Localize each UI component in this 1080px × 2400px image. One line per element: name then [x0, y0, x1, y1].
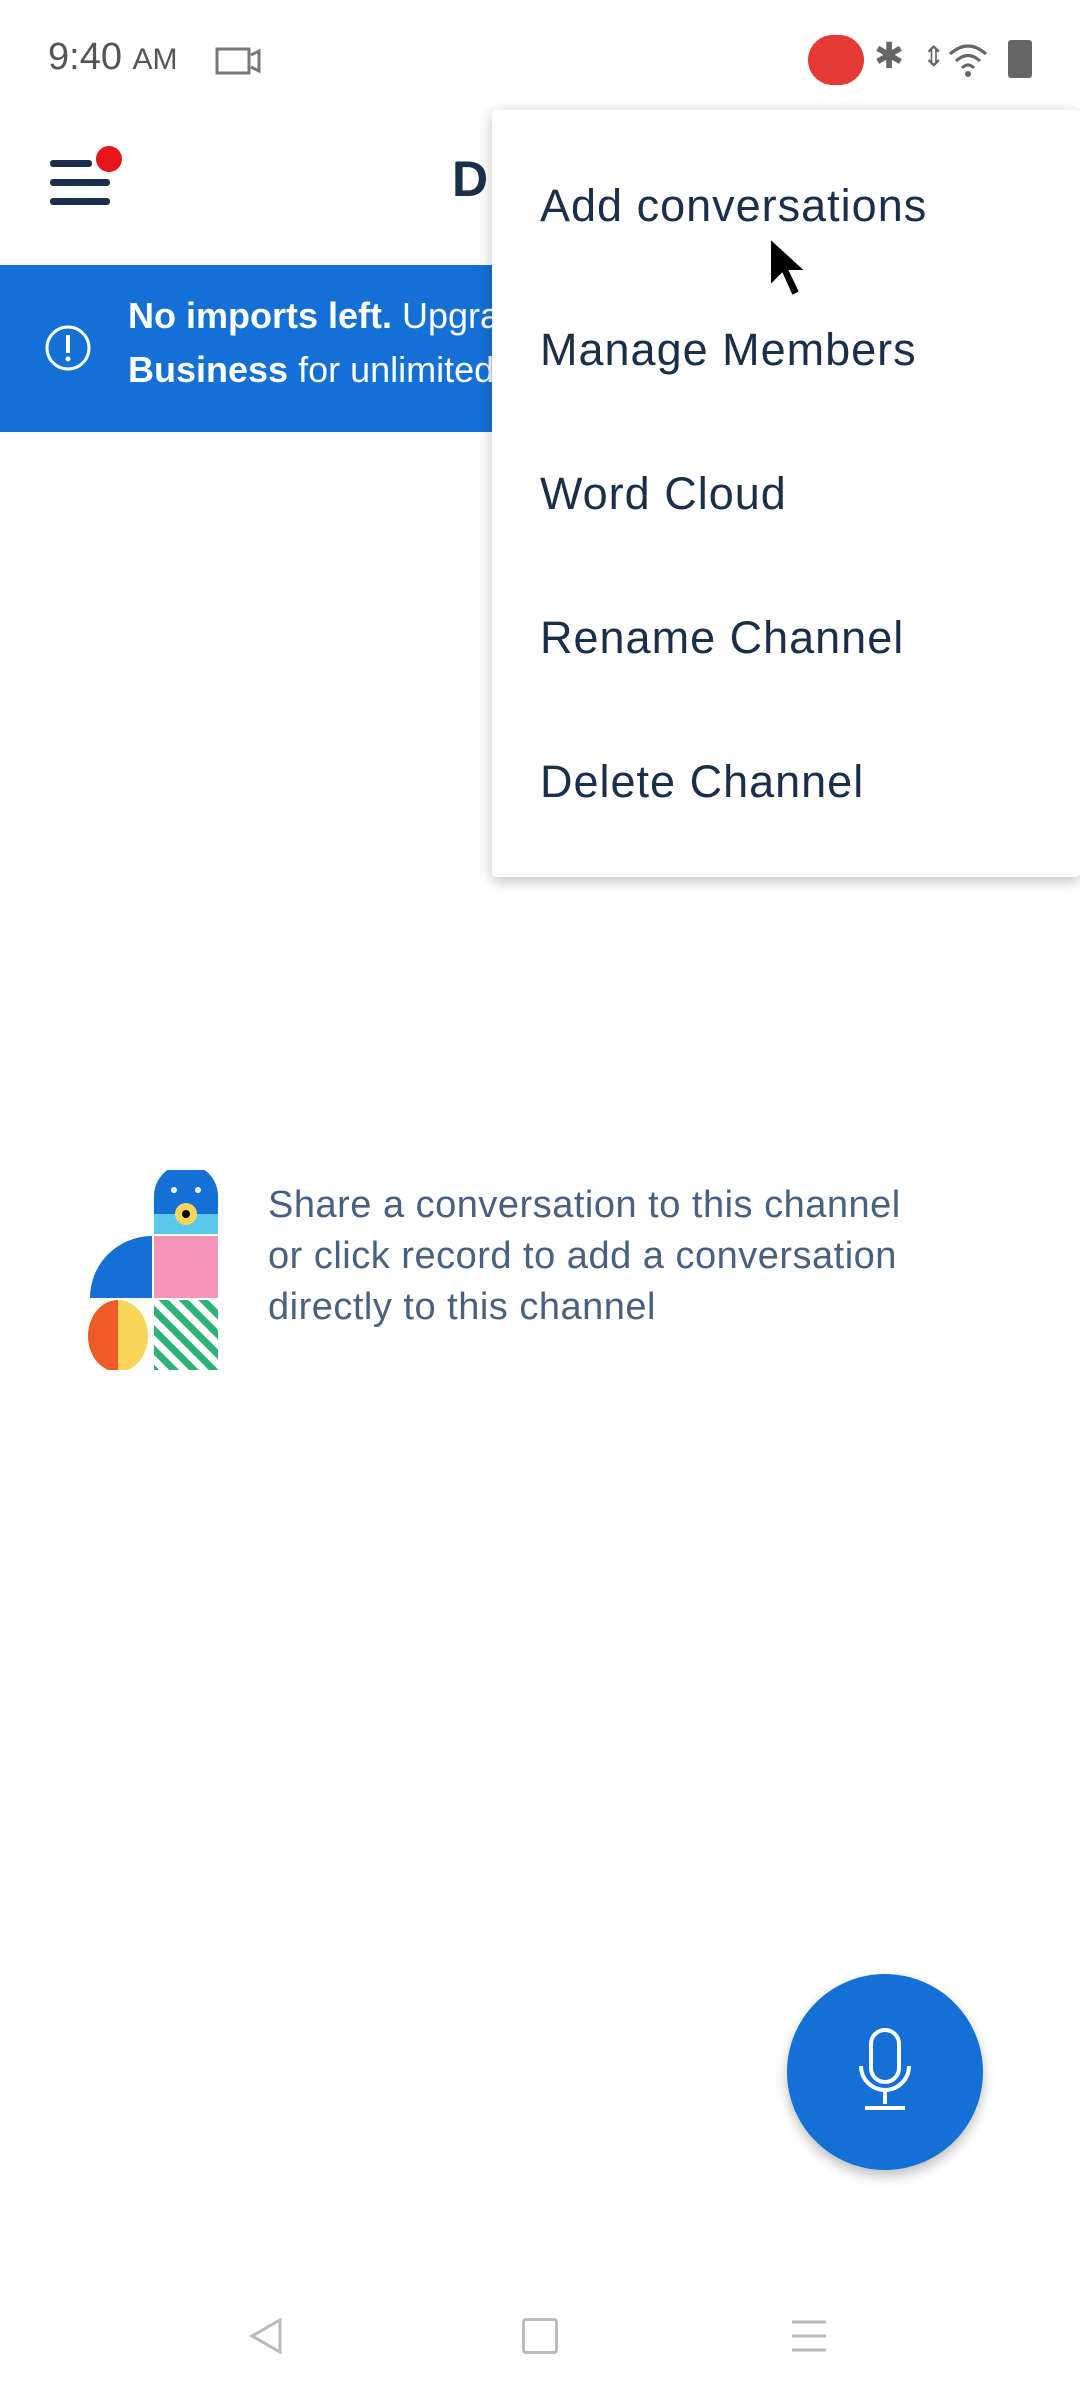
bluetooth-icon: ✱ — [874, 35, 905, 76]
menu-item-delete-channel[interactable]: Delete Channel — [540, 756, 864, 808]
banner-text2: for unlimited — [288, 349, 495, 390]
wifi-icon — [949, 44, 987, 77]
ampm-text: AM — [132, 43, 178, 76]
empty-line-1: Share a conversation to this channel — [268, 1184, 901, 1226]
recording-indicator-icon — [808, 35, 864, 85]
overflow-menu: Add conversations Manage Members Word Cl… — [492, 110, 1080, 877]
empty-line-3: directly to this channel — [268, 1286, 656, 1328]
banner-bold: No imports left. — [128, 295, 393, 336]
menu-item-rename-channel[interactable]: Rename Channel — [540, 612, 904, 664]
menu-item-manage-members[interactable]: Manage Members — [540, 324, 917, 376]
hamburger-menu-button[interactable] — [50, 146, 122, 205]
record-button[interactable] — [787, 1974, 983, 2170]
menu-item-word-cloud[interactable]: Word Cloud — [540, 468, 787, 520]
page-title: D — [452, 151, 489, 207]
empty-line-2: or click record to add a conversation — [268, 1235, 897, 1277]
alert-icon — [45, 325, 91, 371]
notification-dot — [96, 146, 122, 172]
empty-state-message: Share a conversation to this channel or … — [268, 1180, 901, 1333]
clock: 9:40 AM — [48, 36, 178, 79]
time-text: 9:40 — [48, 36, 122, 78]
banner-bold2: Business — [128, 349, 289, 390]
screen-record-icon — [215, 47, 261, 75]
battery-icon — [1008, 40, 1032, 78]
recents-button[interactable] — [790, 2318, 828, 2354]
data-arrows-icon: ⇕ — [922, 41, 946, 72]
navigation-bar — [0, 2270, 1080, 2400]
menu-item-add-conversations[interactable]: Add conversations — [540, 180, 927, 232]
back-button[interactable] — [248, 2316, 284, 2356]
mouse-cursor-icon — [769, 236, 809, 298]
status-bar: 9:40 AM ✱ ⇕ — [0, 0, 1080, 120]
bird-illustration — [88, 1170, 218, 1370]
microphone-icon — [859, 2028, 911, 2110]
home-button[interactable] — [522, 2318, 558, 2354]
